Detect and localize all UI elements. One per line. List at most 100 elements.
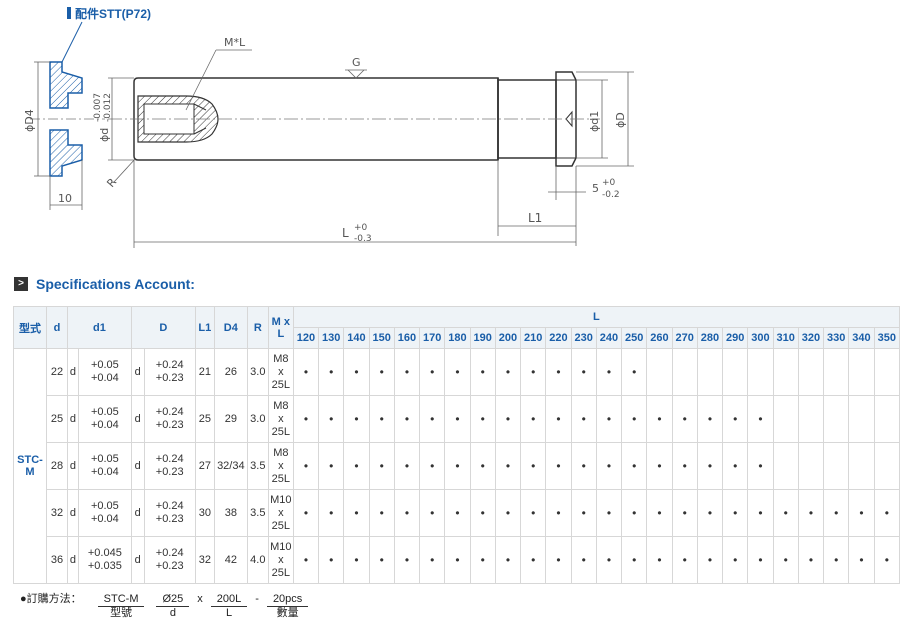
availability-dot: • — [696, 536, 724, 584]
availability-dot: • — [772, 536, 799, 584]
availability-empty — [823, 395, 850, 443]
header-L-value: 120 — [292, 327, 320, 349]
cell-R: 3.5 — [246, 442, 269, 490]
cell-d: 32 — [46, 489, 68, 537]
availability-dot: • — [595, 536, 623, 584]
cell-D-tolerance: +0.24 +0.23 — [143, 395, 196, 443]
cell-D4: 38 — [213, 489, 248, 537]
availability-dot: • — [419, 489, 446, 537]
availability-dot: • — [469, 489, 496, 537]
availability-dot: • — [671, 395, 698, 443]
availability-dot: • — [696, 489, 724, 537]
header-model: 型式 — [13, 306, 47, 349]
availability-dot: • — [494, 536, 522, 584]
header-L-value: 250 — [621, 327, 648, 349]
cell-d1-symbol: d — [67, 536, 79, 584]
availability-dot: • — [646, 395, 673, 443]
availability-dot: • — [595, 348, 623, 396]
availability-dot: • — [292, 348, 320, 396]
availability-dot: • — [318, 395, 345, 443]
order-part-qty: 20pcs 數量 — [266, 593, 309, 620]
availability-dot: • — [545, 536, 572, 584]
dim-d-tol-lower: -0.012 — [103, 93, 113, 122]
cell-d1-symbol: d — [67, 442, 79, 490]
tol-lower: +0.04 — [90, 466, 119, 478]
dim-D4: ϕD4 — [23, 109, 36, 132]
cell-D4: 29 — [213, 395, 248, 443]
availability-dot: • — [747, 536, 774, 584]
availability-dot: • — [343, 536, 370, 584]
thread-spec-part: 25L — [271, 425, 290, 438]
availability-dot: • — [570, 489, 597, 537]
availability-empty — [797, 442, 825, 490]
cell-L1: 32 — [194, 536, 215, 584]
tol-lower: +0.23 — [155, 372, 184, 384]
availability-empty — [696, 348, 724, 396]
cell-ML: M8 x 25L — [267, 442, 294, 490]
cell-d: 36 — [46, 536, 68, 584]
thread-spec-part: 25L — [271, 519, 290, 532]
dim-L-tol-upper: +0 — [354, 223, 368, 233]
availability-dot: • — [570, 536, 597, 584]
cell-d1-symbol: d — [67, 489, 79, 537]
availability-dot: • — [570, 348, 597, 396]
thread-spec-part: x — [278, 365, 284, 378]
availability-dot: • — [419, 442, 446, 490]
availability-dot: • — [646, 442, 673, 490]
availability-dot: • — [595, 489, 623, 537]
header-L-value: 230 — [570, 327, 597, 349]
cell-d1-symbol: d — [67, 395, 79, 443]
cell-d1-tolerance: +0.05 +0.04 — [77, 489, 132, 537]
tol-lower: +0.23 — [155, 466, 184, 478]
availability-dot: • — [292, 536, 320, 584]
availability-empty — [772, 442, 799, 490]
order-part-d: Ø25 d — [156, 593, 190, 620]
header-L-value: 270 — [671, 327, 698, 349]
availability-dot: • — [494, 395, 522, 443]
cell-ML: M8 x 25L — [267, 395, 294, 443]
tol-lower: +0.035 — [87, 560, 122, 572]
header-L-value: 310 — [772, 327, 799, 349]
model-cell: STC-M — [13, 348, 47, 584]
availability-empty — [873, 348, 901, 396]
header-L-value: 180 — [444, 327, 471, 349]
availability-empty — [823, 348, 850, 396]
header-L: L — [292, 306, 901, 328]
header-L-value: 320 — [797, 327, 825, 349]
header-d1: d1 — [67, 306, 132, 349]
accessory-leader — [61, 21, 83, 63]
availability-dot: • — [469, 348, 496, 396]
tol-upper: +0.24 — [155, 406, 184, 418]
cell-D-symbol: d — [130, 489, 145, 537]
availability-dot: • — [595, 395, 623, 443]
availability-empty — [848, 442, 875, 490]
dim-5-tol-upper: +0 — [602, 178, 616, 188]
availability-dot: • — [747, 395, 774, 443]
availability-dot: • — [368, 536, 395, 584]
thread-spec-part: 25L — [271, 472, 290, 485]
availability-dot: • — [469, 395, 496, 443]
availability-dot: • — [520, 395, 547, 443]
header-L-value: 140 — [343, 327, 370, 349]
thread-spec-part: 25L — [271, 378, 290, 391]
cell-R: 3.0 — [246, 348, 269, 396]
availability-dot: • — [419, 536, 446, 584]
thread-spec-part: M8 — [273, 352, 289, 365]
thread-spec-part: M10 — [270, 540, 292, 553]
availability-empty — [671, 348, 698, 396]
availability-empty — [797, 348, 825, 396]
cell-L1: 27 — [194, 442, 215, 490]
table-row: 28 d +0.05 +0.04 d +0.24 +0.23 27 32/34 3.5 M8 x 25L… — [14, 442, 901, 490]
cell-d: 28 — [46, 442, 68, 490]
header-L1: L1 — [194, 306, 215, 349]
spec-title: Specifications Account: — [36, 276, 195, 292]
tol-upper: +0.24 — [155, 453, 184, 465]
thread-spec-part: M10 — [270, 493, 292, 506]
dim-G: G — [352, 56, 361, 69]
availability-dot: • — [393, 489, 421, 537]
cell-d1-tolerance: +0.05 +0.04 — [77, 395, 132, 443]
order-label: ●訂購方法： — [20, 593, 82, 605]
availability-dot: • — [823, 536, 850, 584]
availability-empty — [823, 442, 850, 490]
dim-d-tol-upper: -0.007 — [93, 93, 103, 122]
